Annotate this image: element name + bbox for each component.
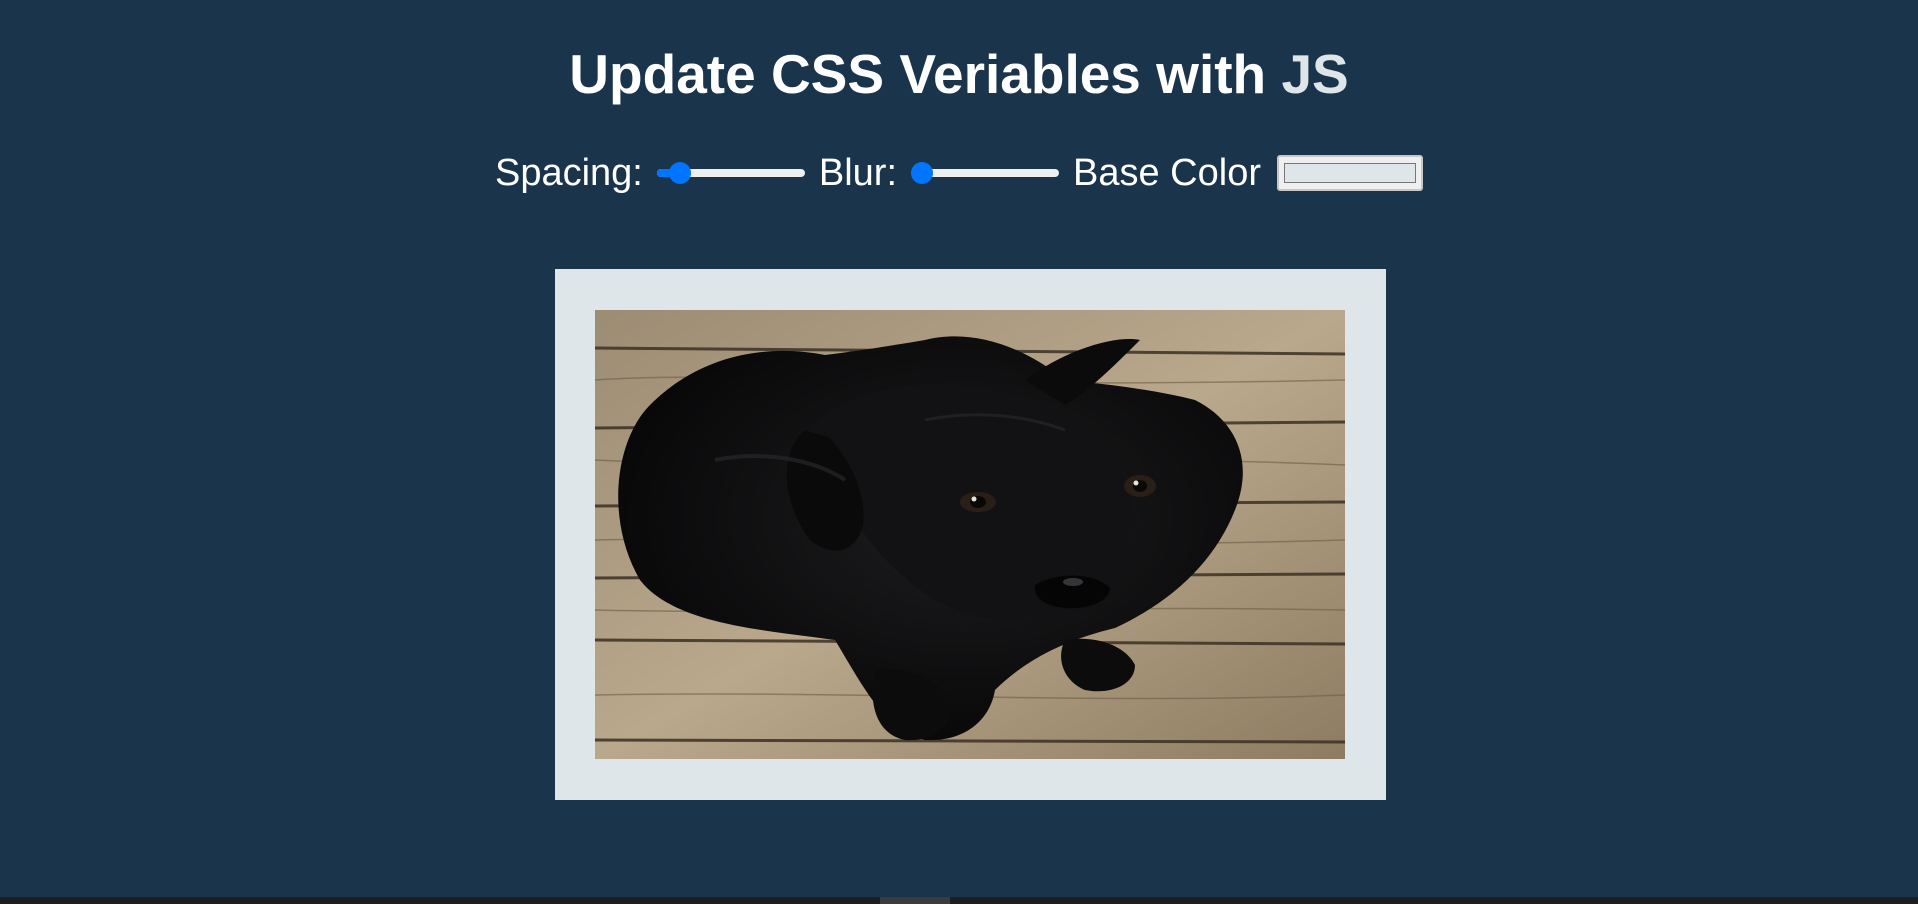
title-highlight: JS <box>1281 43 1349 105</box>
page-title: Update CSS Veriables with JS <box>0 44 1918 104</box>
spacing-slider-thumb[interactable] <box>669 162 692 184</box>
base-color-picker[interactable] <box>1277 155 1423 191</box>
horizontal-scrollbar[interactable] <box>0 897 1918 904</box>
spacing-label: Spacing: <box>494 151 643 194</box>
image-frame <box>555 269 1386 800</box>
controls-bar: Spacing: Blur: Base Color <box>0 150 1918 196</box>
base-color-swatch <box>1284 163 1416 183</box>
blur-slider[interactable] <box>911 162 1060 184</box>
blur-label: Blur: <box>818 151 898 194</box>
blur-slider-thumb[interactable] <box>911 162 934 184</box>
scrollbar-thumb[interactable] <box>880 897 950 904</box>
puppy-image <box>595 310 1345 759</box>
blur-slider-track <box>911 169 1060 177</box>
page: Update CSS Veriables with JS Spacing: Bl… <box>0 0 1918 904</box>
spacing-slider[interactable] <box>656 162 805 184</box>
title-main: Update CSS Veriables with <box>569 43 1267 105</box>
base-color-label: Base Color <box>1073 151 1261 194</box>
